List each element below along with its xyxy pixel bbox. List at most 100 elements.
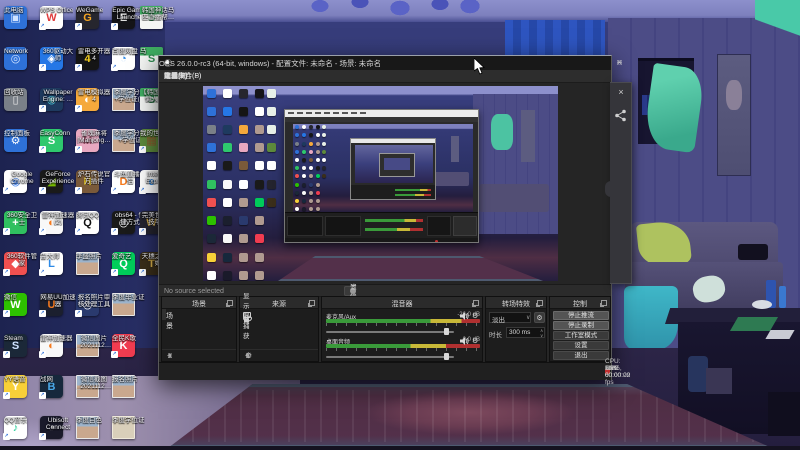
popout-icon[interactable]	[601, 300, 607, 306]
wallpaper-left-wall	[0, 20, 165, 380]
desktop-icon-label: 360安全卫士	[6, 212, 38, 226]
capture-mini-icon	[266, 179, 276, 189]
shortcut-arrow-icon: ↗	[139, 146, 146, 153]
transitions-dock-header[interactable]: 转场特效	[486, 297, 546, 309]
shortcut-arrow-icon: ↗	[3, 310, 10, 317]
capture-poster	[521, 110, 535, 162]
capture-mini-icon	[309, 141, 313, 146]
capture-mini-icon	[254, 179, 264, 189]
slider-handle[interactable]	[443, 353, 449, 360]
capture-mini-icon	[254, 161, 264, 171]
popout-icon[interactable]	[537, 300, 543, 306]
slider-track	[326, 331, 454, 333]
capture-mini-icon	[301, 207, 306, 212]
sources-toolbar-∨[interactable]: ∨	[245, 351, 251, 361]
capture-mini-icon	[206, 88, 216, 98]
source-list-item[interactable]: 显示器捕获	[240, 293, 252, 340]
capture-mini-icon	[206, 252, 216, 262]
desktop-icon-label: EasyConn	[40, 130, 70, 137]
desktop-icon-label: 百度网盘	[112, 48, 138, 55]
capture-mini-icon	[266, 161, 276, 171]
wallpaper-poster	[718, 55, 750, 175]
capture-mini-icon	[222, 125, 232, 135]
volume-slider[interactable]	[326, 353, 456, 360]
obs-window[interactable]: OBS 26.0.0-rc3 (64-bit, windows) - 配置文件:…	[158, 55, 630, 386]
source-toolbar-button-滤镜[interactable]: 滤镜	[344, 284, 357, 301]
capture-mini-icon	[222, 252, 232, 262]
capture-mini-icon	[238, 106, 248, 116]
toolbar-handle[interactable]	[605, 181, 615, 197]
desktop-icon-label: Network	[4, 48, 28, 55]
scene-list-item[interactable]: 场景	[162, 309, 173, 330]
shortcut-arrow-icon: ↗	[3, 351, 10, 358]
capture-mini-icon	[301, 133, 306, 138]
controls-dock-header[interactable]: 控制	[550, 297, 610, 309]
shortcut-arrow-icon: ↗	[39, 23, 46, 30]
wallpaper-bottom-edge	[0, 446, 800, 450]
capture-mini-icon	[254, 125, 264, 135]
popout-icon[interactable]	[309, 300, 315, 306]
shortcut-arrow-icon: ↗	[111, 228, 118, 235]
slider-handle[interactable]	[443, 328, 449, 335]
popout-icon[interactable]	[227, 300, 233, 306]
obs-window-title: OBS 26.0.0-rc3 (64-bit, windows) - 配置文件:…	[159, 58, 382, 68]
control-button-停止推流[interactable]: 停止推流	[553, 311, 609, 320]
nested3-meter1	[395, 189, 431, 191]
gear-icon[interactable]: ⚙	[472, 312, 478, 320]
transitions-dock: 转场特效 淡出 ∨ ⚙ 时长 300 ms ∧ ∨	[485, 296, 547, 362]
chevron-down-icon: ∨	[526, 315, 531, 321]
shortcut-arrow-icon: ↗	[111, 269, 118, 276]
shortcut-arrow-icon: ↗	[39, 146, 46, 153]
mixer-dock-title: 混音器	[391, 301, 413, 308]
transition-select[interactable]: 淡出 ∨	[489, 312, 531, 324]
capture-mini-icon	[309, 125, 313, 130]
capture-mini-icon	[321, 158, 326, 162]
mixer-dock-header[interactable]: 混音器	[322, 297, 482, 309]
obs-preview-area[interactable]	[159, 83, 611, 284]
control-button-停止录制[interactable]: 停止录制	[553, 321, 609, 330]
obs-titlebar[interactable]: OBS 26.0.0-rc3 (64-bit, windows) - 配置文件:…	[159, 56, 611, 70]
capture-mini-icon	[254, 197, 264, 207]
scenes-toolbar-∨[interactable]: ∨	[167, 351, 173, 361]
desktop-icon-label: 季度白色	[76, 417, 102, 424]
capture-mini-icon	[294, 174, 299, 179]
nested4-capture	[384, 158, 410, 170]
capture-mini-icon	[321, 166, 326, 171]
spinner-icons[interactable]: ∧ ∨	[540, 328, 543, 338]
share-icon[interactable]	[614, 109, 627, 122]
floating-side-toolbar[interactable]: ×	[605, 82, 632, 284]
control-button-退出[interactable]: 退出	[553, 351, 609, 360]
capture-mini-icon	[266, 197, 276, 207]
desktop-icon-label: 雀魂麻将 [Mahjong…	[77, 130, 111, 144]
control-button-工作室模式[interactable]: 工作室模式	[553, 331, 609, 340]
gear-icon[interactable]: ⚙	[472, 337, 478, 345]
desktop-icon-label: 季度毕业证	[112, 294, 145, 301]
control-button-设置[interactable]: 设置	[553, 341, 609, 350]
transition-settings-button[interactable]: ⚙	[534, 312, 545, 323]
scenes-dock-header[interactable]: 场景	[162, 297, 236, 309]
duration-input[interactable]: 300 ms ∧ ∨	[506, 327, 545, 338]
menu-帮助(H)[interactable]: 帮助(H)	[159, 71, 193, 81]
meter-ticks	[326, 323, 480, 326]
desktop-icon-label: Google Chrome	[10, 171, 34, 185]
shortcut-arrow-icon: ↗	[75, 228, 82, 235]
shortcut-arrow-icon: ↗	[111, 351, 118, 358]
desktop-icon-label: 360软件管家	[6, 253, 38, 267]
capture-mini-icon	[301, 158, 306, 162]
capture-mini-icon	[294, 133, 299, 138]
shortcut-arrow-icon: ↗	[3, 433, 10, 440]
close-icon[interactable]: ×	[610, 87, 632, 97]
sources-dock-title: 来源	[272, 301, 286, 308]
wallpaper-corner-cloth	[755, 0, 800, 48]
volume-slider[interactable]	[326, 328, 456, 335]
close-button[interactable]: ×	[611, 56, 628, 70]
capture-mini-icon	[309, 158, 313, 162]
sources-dock-header[interactable]: 来源	[240, 297, 318, 309]
popout-icon[interactable]	[473, 300, 479, 306]
capture-mini-icon	[309, 182, 313, 187]
desktop-icon-label: 微信图片_2021112…	[76, 335, 112, 349]
desktop-icon-label: 回收站	[4, 89, 24, 96]
capture-mini-icon	[321, 174, 326, 179]
capture-mini-icon	[301, 190, 306, 195]
desktop-icon-label: 雷神加速器(2)	[41, 212, 75, 226]
